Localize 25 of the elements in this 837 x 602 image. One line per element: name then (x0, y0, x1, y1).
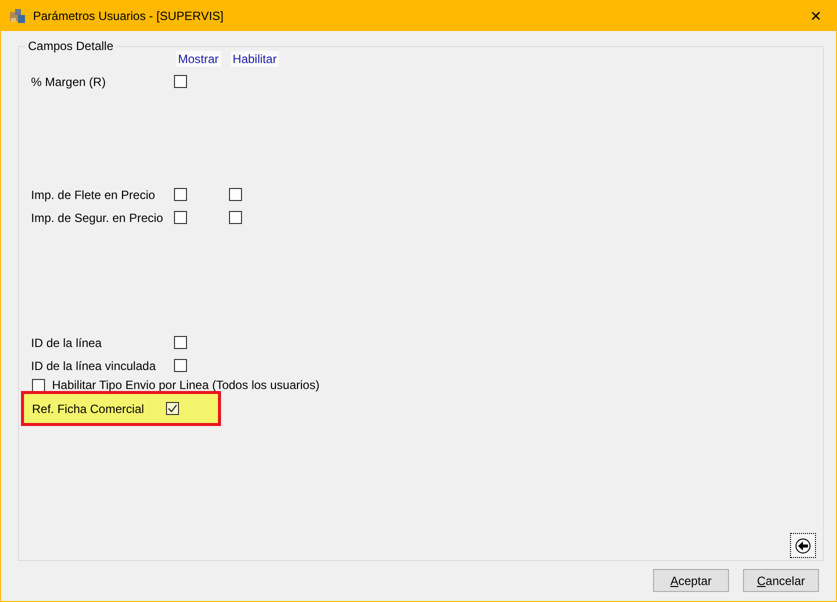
column-header: Habilitar (230, 51, 279, 67)
field-label: Imp. de Segur. en Precio (31, 210, 164, 224)
checkbox[interactable] (166, 402, 180, 415)
checkbox[interactable] (174, 188, 187, 201)
checkbox[interactable] (174, 211, 187, 224)
field-label: ID de la línea vinculada (31, 358, 157, 372)
checkbox[interactable] (229, 188, 242, 201)
field-label: Ref. Ficha Comercial (32, 402, 146, 416)
checkbox[interactable] (174, 75, 187, 88)
checkbox[interactable] (229, 211, 242, 224)
app-icon (9, 8, 27, 24)
window-title: Parámetros Usuarios - [SUPERVIS] (33, 9, 225, 23)
close-button[interactable]: ✕ (810, 8, 822, 24)
group-title: Campos Detalle (25, 39, 116, 53)
field-label: % Margen (R) (31, 74, 107, 88)
checkbox[interactable] (174, 336, 187, 349)
checkbox[interactable] (32, 378, 45, 392)
checkbox[interactable] (174, 359, 187, 372)
checkbox-label: Habilitar Tipo Envio por Linea (Todos los usuarios) (52, 378, 320, 392)
column-header: Mostrar (176, 51, 221, 67)
field-label: Imp. de Flete en Precio (31, 188, 156, 202)
field-label: ID de la línea (31, 336, 103, 350)
dialog-button[interactable]: Cancelar (743, 569, 819, 592)
back-button[interactable] (790, 533, 816, 558)
dialog-button[interactable]: Aceptar (653, 569, 729, 592)
